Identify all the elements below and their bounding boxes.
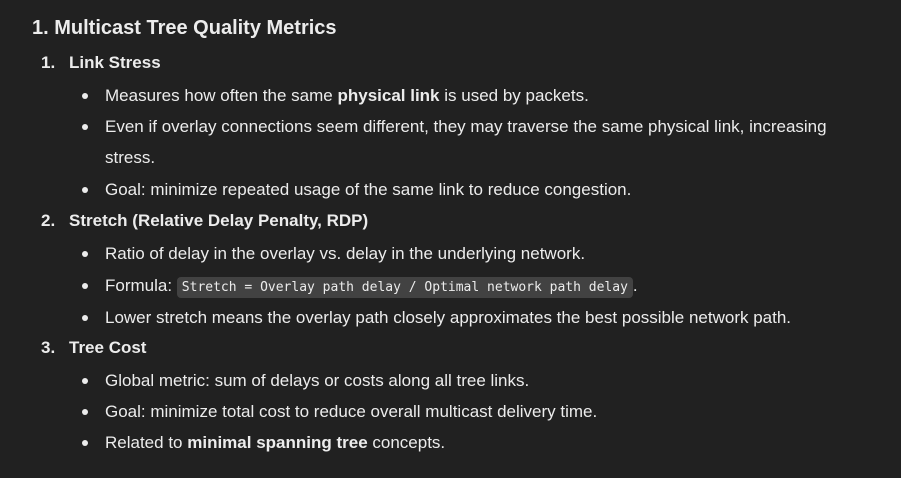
bullet-text: Related to [105,433,188,452]
list-item: Even if overlay connections seem differe… [80,111,880,173]
subsection-number: 2. [41,211,56,230]
list-item: Lower stretch means the overlay path clo… [80,302,880,333]
subsection-title: Stretch (Relative Delay Penalty, RDP) [69,211,369,230]
inline-code: Stretch = Overlay path delay / Optimal n… [176,277,633,298]
subsection-title: Link Stress [69,53,161,72]
subsection-tree-cost: 3. Tree Cost [41,336,146,360]
section-heading: 1. Multicast Tree Quality Metrics [32,17,337,39]
subsection-stretch: 2. Stretch (Relative Delay Penalty, RDP) [41,209,368,233]
subsection-number: 3. [41,338,56,357]
bullet-text: Goal: minimize repeated usage of the sam… [105,180,632,199]
bullet-text: is used by packets. [439,86,589,105]
bullet-text: . [632,276,638,295]
list-item: Goal: minimize repeated usage of the sam… [80,174,880,205]
list-item: Ratio of delay in the overlay vs. delay … [80,238,880,269]
subsection-link-stress: 1. Link Stress [41,51,161,75]
subsection-title: Tree Cost [69,338,147,357]
bullet-text: Global metric: sum of delays or costs al… [105,371,530,390]
bullet-text: Measures how often the same [105,86,338,105]
bullet-text: Goal: minimize total cost to reduce over… [105,402,598,421]
list-item: Related to minimal spanning tree concept… [80,427,880,458]
bullet-text: concepts. [367,433,446,452]
bold-term: physical link [337,86,440,105]
bold-term: minimal spanning tree [187,433,368,452]
list-item: Formula: Stretch = Overlay path delay / … [80,270,880,303]
subsection-number: 1. [41,53,56,72]
list-item: Goal: minimize total cost to reduce over… [80,396,880,427]
bullet-text-continued: stress. [105,148,156,167]
bullet-text: Ratio of delay in the overlay vs. delay … [105,244,586,263]
bullet-text: Even if overlay connections seem differe… [105,117,827,136]
bullet-text: Lower stretch means the overlay path clo… [105,308,792,327]
bullet-text: Formula: [105,276,177,295]
list-item: Measures how often the same physical lin… [80,80,880,111]
list-item: Global metric: sum of delays or costs al… [80,365,880,396]
